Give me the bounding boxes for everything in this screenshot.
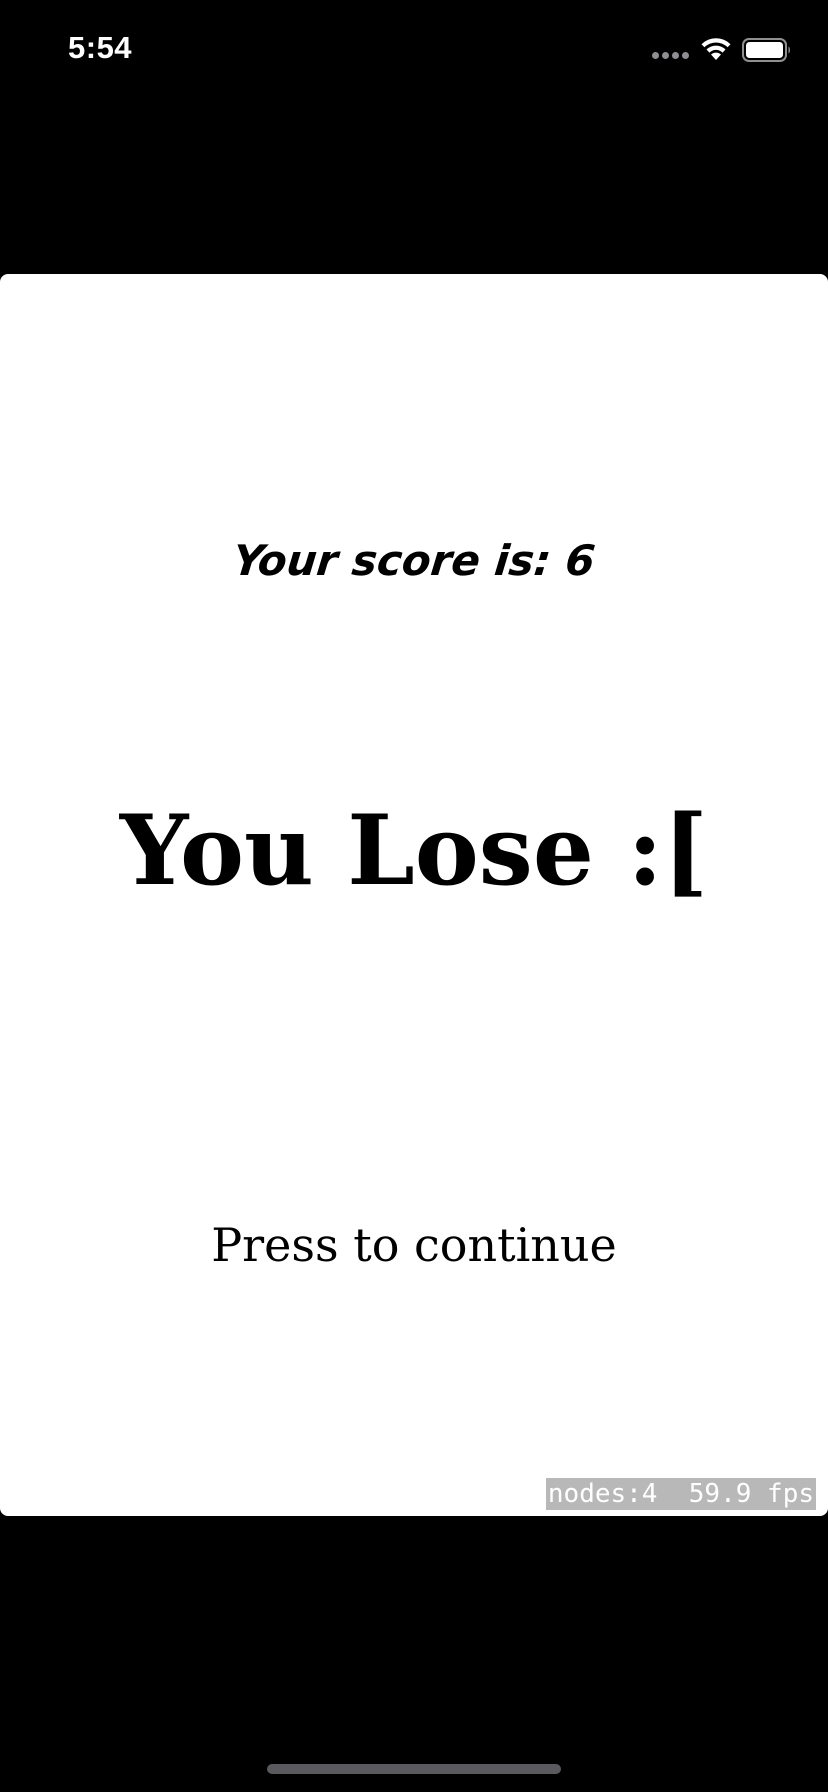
result-label: You Lose :[ — [119, 794, 709, 907]
score-label: Your score is: 6 — [230, 536, 598, 585]
cellular-signal-icon — [652, 52, 690, 62]
battery-icon — [742, 38, 792, 62]
continue-button[interactable]: Press to continue — [0, 1218, 828, 1272]
game-scene[interactable]: Your score is: 6 You Lose :[ Press to co… — [0, 274, 828, 1516]
status-time: 5:54 — [68, 30, 133, 65]
debug-stats-label: nodes:4 59.9 fps — [545, 1478, 816, 1510]
wifi-icon — [700, 36, 732, 62]
status-bar: 5:54 — [0, 0, 828, 100]
home-indicator[interactable] — [267, 1764, 561, 1774]
